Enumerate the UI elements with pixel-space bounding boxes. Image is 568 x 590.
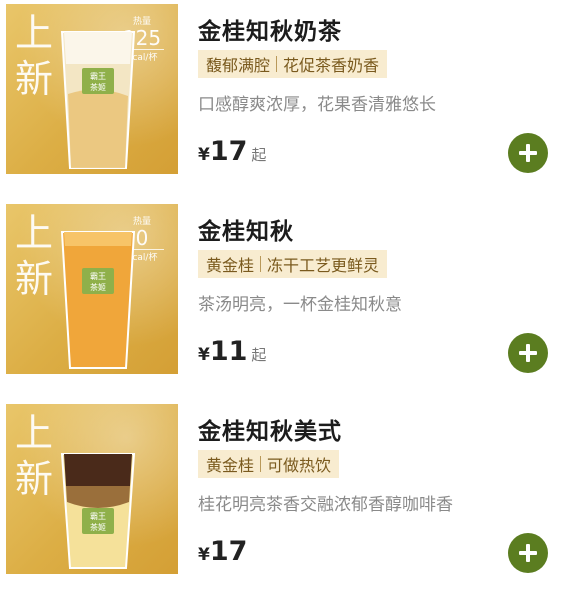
product-description: 桂花明亮茶香交融浓郁香醇咖啡香 xyxy=(198,495,453,515)
coffee-cup-illustration: 霸王 茶姬 xyxy=(60,453,136,569)
product-description: 茶汤明亮，一杯金桂知秋意 xyxy=(198,295,402,315)
product-price: ¥17 xyxy=(198,536,247,567)
new-badge: 上新 xyxy=(14,211,53,301)
tag-primary: 馥郁满腔 xyxy=(206,56,271,75)
product-tags: 黄金桂 冻干工艺更鲜灵 xyxy=(198,250,388,278)
currency-symbol: ¥ xyxy=(198,345,210,365)
price-amount: 17 xyxy=(209,536,248,567)
new-badge: 上新 xyxy=(14,11,53,101)
product-price: ¥17 起 xyxy=(198,136,266,167)
price-suffix: 起 xyxy=(251,146,267,164)
milk-tea-cup-illustration: 霸王 茶姬 xyxy=(60,31,136,169)
tag-secondary: 冻干工艺更鲜灵 xyxy=(267,256,380,275)
tag-secondary: 可做热饮 xyxy=(267,456,332,475)
product-card[interactable]: 上新 热量 125 Kcal/杯 霸王 茶姬 金桂知秋奶茶 馥郁满腔 花促茶香奶… xyxy=(0,0,568,190)
plus-icon xyxy=(508,133,548,173)
product-description: 口感醇爽浓厚，花果香清雅悠长 xyxy=(198,95,436,115)
product-image[interactable]: 上新 热量 125 Kcal/杯 霸王 茶姬 xyxy=(6,4,178,174)
tag-primary: 黄金桂 xyxy=(206,456,255,475)
product-name[interactable]: 金桂知秋美式 xyxy=(198,412,342,446)
currency-symbol: ¥ xyxy=(198,545,210,565)
new-badge: 上新 xyxy=(14,411,53,501)
product-image[interactable]: 上新 热量 0 Kcal/杯 霸王 茶姬 xyxy=(6,204,178,374)
add-to-cart-button[interactable] xyxy=(508,533,548,573)
price-amount: 11 xyxy=(209,336,248,367)
currency-symbol: ¥ xyxy=(198,145,210,165)
tag-divider xyxy=(276,56,278,72)
price-amount: 17 xyxy=(209,136,248,167)
product-tags: 馥郁满腔 花促茶香奶香 xyxy=(198,50,388,78)
product-name[interactable]: 金桂知秋奶茶 xyxy=(198,12,342,46)
product-image[interactable]: 上新 霸王 茶姬 xyxy=(6,404,178,574)
tea-cup-illustration: 霸王 茶姬 xyxy=(60,231,136,369)
product-name[interactable]: 金桂知秋 xyxy=(198,212,294,246)
product-tags: 黄金桂 可做热饮 xyxy=(198,450,340,478)
price-suffix: 起 xyxy=(251,346,267,364)
product-card[interactable]: 上新 热量 0 Kcal/杯 霸王 茶姬 金桂知秋 黄金桂 冻干工艺更鲜灵 茶汤… xyxy=(0,200,568,390)
cup-logo-bottom: 茶姬 xyxy=(90,82,106,92)
tag-divider xyxy=(260,256,262,272)
cup-logo-top: 霸王 xyxy=(90,272,106,281)
tag-divider xyxy=(260,456,262,472)
product-card[interactable]: 上新 霸王 茶姬 金桂知秋美式 黄金桂 可做热饮 桂花明亮茶香交融浓郁香醇咖啡香… xyxy=(0,400,568,590)
cup-logo-top: 霸王 xyxy=(90,512,106,521)
plus-icon xyxy=(508,333,548,373)
tag-primary: 黄金桂 xyxy=(206,256,255,275)
cup-logo-top: 霸王 xyxy=(90,72,106,81)
add-to-cart-button[interactable] xyxy=(508,133,548,173)
add-to-cart-button[interactable] xyxy=(508,333,548,373)
product-list: 上新 热量 125 Kcal/杯 霸王 茶姬 金桂知秋奶茶 馥郁满腔 花促茶香奶… xyxy=(0,0,568,582)
tag-secondary: 花促茶香奶香 xyxy=(283,56,380,75)
cup-logo-bottom: 茶姬 xyxy=(90,282,106,292)
cup-logo-bottom: 茶姬 xyxy=(90,522,106,532)
plus-icon xyxy=(508,533,548,573)
product-price: ¥11 起 xyxy=(198,336,266,367)
